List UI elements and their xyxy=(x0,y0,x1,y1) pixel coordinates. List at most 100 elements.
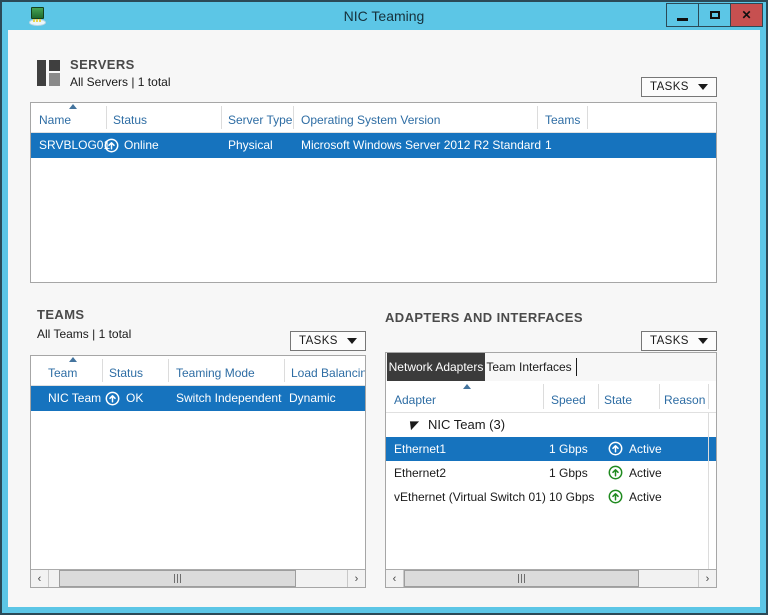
status-up-arrow-icon xyxy=(608,465,623,480)
adapter-row-vethernet[interactable]: vEthernet (Virtual Switch 01) 10 Gbps Ac… xyxy=(386,485,716,509)
servers-section-title: SERVERS xyxy=(70,57,135,72)
adapters-col-reason[interactable]: Reason xyxy=(664,393,705,407)
teams-tasks-label: TASKS xyxy=(299,335,338,347)
caption-buttons xyxy=(667,3,763,27)
column-divider xyxy=(598,384,599,409)
servers-table-header: Name Status Server Type Operating System… xyxy=(31,103,716,133)
tab-separator xyxy=(576,358,577,376)
tab-team-interfaces[interactable]: Team Interfaces xyxy=(485,353,573,381)
servers-icon-bar xyxy=(37,60,46,86)
servers-icon-block-top xyxy=(49,60,60,71)
column-divider xyxy=(537,106,538,129)
window-title: NIC Teaming xyxy=(2,2,766,30)
minimize-icon xyxy=(677,18,688,21)
sort-asc-icon xyxy=(69,104,77,109)
adapter-speed: 1 Gbps xyxy=(549,437,588,461)
close-icon xyxy=(741,8,751,22)
adapter-name: vEthernet (Virtual Switch 01) xyxy=(394,485,546,509)
teams-col-team[interactable]: Team xyxy=(48,366,77,380)
server-teams-count: 1 xyxy=(545,133,552,158)
servers-col-teams[interactable]: Teams xyxy=(545,113,580,127)
adapter-state: Active xyxy=(629,461,662,485)
column-divider xyxy=(587,106,588,129)
teams-horizontal-scrollbar[interactable]: ‹ › xyxy=(31,569,365,587)
adapter-row-ethernet1[interactable]: Ethernet1 1 Gbps Active xyxy=(386,437,716,461)
teams-col-teaming-mode[interactable]: Teaming Mode xyxy=(176,366,255,380)
servers-tasks-label: TASKS xyxy=(650,81,689,93)
adapter-group-label: NIC Team (3) xyxy=(428,413,505,437)
tab-network-adapters[interactable]: Network Adapters xyxy=(387,353,485,381)
column-divider xyxy=(168,359,169,382)
status-up-arrow-icon xyxy=(608,441,623,456)
adapter-row-ethernet2[interactable]: Ethernet2 1 Gbps Active xyxy=(386,461,716,485)
column-divider xyxy=(293,106,294,129)
servers-col-server-type[interactable]: Server Type xyxy=(228,113,292,127)
adapter-state: Active xyxy=(629,485,662,509)
server-row-srvblog01[interactable]: SRVBLOG01 Online Physical Microsoft Wind… xyxy=(31,133,716,158)
adapter-group-nic-team[interactable]: NIC Team (3) xyxy=(386,413,716,437)
column-divider xyxy=(708,413,709,569)
adapters-tasks-button[interactable]: TASKS xyxy=(641,331,717,351)
teams-tasks-button[interactable]: TASKS xyxy=(290,331,366,351)
column-divider xyxy=(284,359,285,382)
servers-col-name[interactable]: Name xyxy=(39,113,71,127)
adapters-col-state[interactable]: State xyxy=(604,393,632,407)
team-status: OK xyxy=(126,386,143,411)
adapter-name: Ethernet1 xyxy=(394,437,446,461)
scroll-right-button[interactable]: › xyxy=(698,570,716,587)
dropdown-caret-icon xyxy=(698,84,708,90)
minimize-button[interactable] xyxy=(666,3,699,27)
column-divider xyxy=(708,384,709,409)
scrollbar-track[interactable] xyxy=(49,570,347,587)
scrollbar-track[interactable] xyxy=(404,570,698,587)
scrollbar-thumb[interactable] xyxy=(59,570,296,587)
column-divider xyxy=(102,359,103,382)
team-load-balancing: Dynamic xyxy=(289,386,336,411)
maximize-icon xyxy=(710,11,720,19)
teams-section-subtitle: All Teams | 1 total xyxy=(37,327,131,341)
servers-icon xyxy=(37,60,63,86)
teams-col-load-balancing[interactable]: Load Balancing xyxy=(291,366,365,380)
teams-table-header: Team Status Teaming Mode Load Balancing xyxy=(31,356,365,386)
nic-teaming-window: NIC Teaming SERVERS All Servers | 1 tota… xyxy=(0,0,768,615)
adapters-col-adapter[interactable]: Adapter xyxy=(394,393,436,407)
servers-tasks-button[interactable]: TASKS xyxy=(641,77,717,97)
content-area: SERVERS All Servers | 1 total TASKS Name… xyxy=(8,30,760,607)
server-name: SRVBLOG01 xyxy=(39,133,110,158)
scrollbar-grip-icon xyxy=(174,574,182,583)
title-bar[interactable]: NIC Teaming xyxy=(2,2,766,30)
scroll-left-button[interactable]: ‹ xyxy=(31,570,49,587)
dropdown-caret-icon xyxy=(698,338,708,344)
adapters-col-speed[interactable]: Speed xyxy=(551,393,586,407)
dropdown-caret-icon xyxy=(347,338,357,344)
adapters-panel: Network Adapters Team Interfaces Adapter… xyxy=(385,352,717,588)
status-up-arrow-icon xyxy=(608,489,623,504)
servers-col-status[interactable]: Status xyxy=(113,113,147,127)
servers-table: Name Status Server Type Operating System… xyxy=(30,102,717,283)
server-os-version: Microsoft Windows Server 2012 R2 Standar… xyxy=(301,133,541,158)
scroll-left-button[interactable]: ‹ xyxy=(386,570,404,587)
server-status: Online xyxy=(124,133,159,158)
maximize-button[interactable] xyxy=(698,3,731,27)
servers-col-os-version[interactable]: Operating System Version xyxy=(301,113,440,127)
teams-table: Team Status Teaming Mode Load Balancing … xyxy=(30,355,366,588)
team-row-nic-team[interactable]: NIC Team OK Switch Independent Dynamic xyxy=(31,386,365,411)
servers-section-subtitle: All Servers | 1 total xyxy=(70,75,171,89)
column-divider xyxy=(106,106,107,129)
column-divider xyxy=(659,384,660,409)
adapters-horizontal-scrollbar[interactable]: ‹ › xyxy=(386,569,716,587)
teams-section-title: TEAMS xyxy=(37,307,85,322)
close-button[interactable] xyxy=(730,3,763,27)
adapters-section-title: ADAPTERS AND INTERFACES xyxy=(385,310,583,325)
sort-asc-icon xyxy=(463,384,471,389)
status-up-arrow-icon xyxy=(105,391,120,406)
server-type: Physical xyxy=(228,133,273,158)
adapters-table-header: Adapter Speed State Reason xyxy=(386,381,716,413)
team-name: NIC Team xyxy=(48,386,101,411)
adapter-name: Ethernet2 xyxy=(394,461,446,485)
sort-asc-icon xyxy=(69,357,77,362)
group-expanded-icon xyxy=(409,420,420,431)
scroll-right-button[interactable]: › xyxy=(347,570,365,587)
scrollbar-thumb[interactable] xyxy=(404,570,639,587)
teams-col-status[interactable]: Status xyxy=(109,366,143,380)
